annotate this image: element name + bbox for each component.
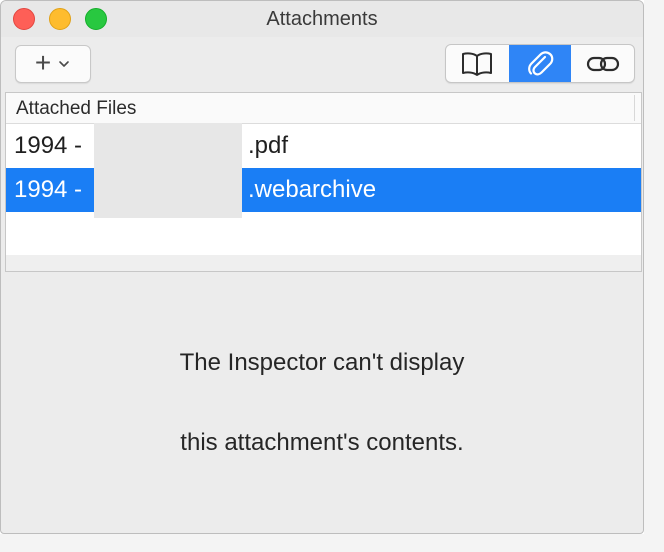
file-name-prefix: 1994 - bbox=[14, 132, 83, 159]
paperclip-icon bbox=[528, 50, 554, 75]
attachments-window: Attachments + Attached Files 1994 - .pdf… bbox=[0, 0, 644, 534]
chevron-down-icon bbox=[59, 61, 69, 67]
file-name-prefix: 1994 - bbox=[14, 176, 83, 203]
table-bottom-area bbox=[6, 255, 641, 271]
segment-links[interactable] bbox=[571, 45, 634, 82]
link-icon bbox=[586, 56, 619, 71]
window-title: Attachments bbox=[266, 8, 378, 30]
desktop-background bbox=[644, 0, 664, 552]
column-divider bbox=[634, 95, 635, 121]
book-icon bbox=[462, 51, 493, 76]
redacted-file-name bbox=[94, 123, 242, 218]
table-header[interactable]: Attached Files bbox=[6, 93, 641, 124]
plus-icon: + bbox=[34, 46, 52, 78]
segment-attachments[interactable] bbox=[508, 45, 572, 82]
title-bar[interactable]: Attachments bbox=[1, 1, 643, 37]
file-name-extension: .webarchive bbox=[248, 176, 377, 203]
desktop-background-bottom bbox=[0, 534, 664, 552]
file-name-extension: .pdf bbox=[248, 132, 289, 159]
inspector-message-line1: The Inspector can't display bbox=[179, 349, 465, 376]
inspector-view-segmented-control bbox=[445, 44, 635, 83]
segment-book[interactable] bbox=[446, 45, 509, 82]
add-attachment-button[interactable]: + bbox=[15, 45, 91, 83]
inspector-message-line2: this attachment's contents. bbox=[180, 429, 464, 456]
column-header-attached-files: Attached Files bbox=[16, 98, 137, 119]
